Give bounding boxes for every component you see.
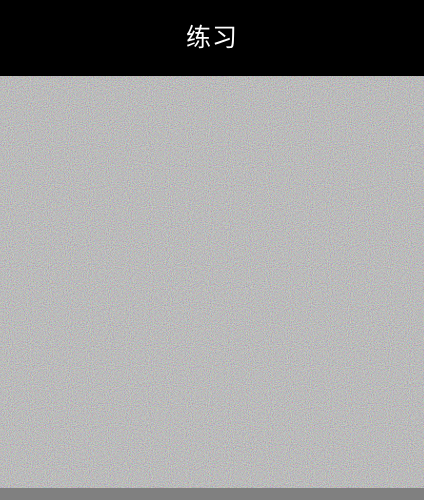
title-bar: 练习 <box>0 0 424 76</box>
noise-image <box>0 76 424 488</box>
bottom-strip <box>0 488 424 500</box>
app-window: 练习 <box>0 0 424 500</box>
page-title: 练习 <box>185 22 238 52</box>
noise-pattern <box>0 76 424 488</box>
